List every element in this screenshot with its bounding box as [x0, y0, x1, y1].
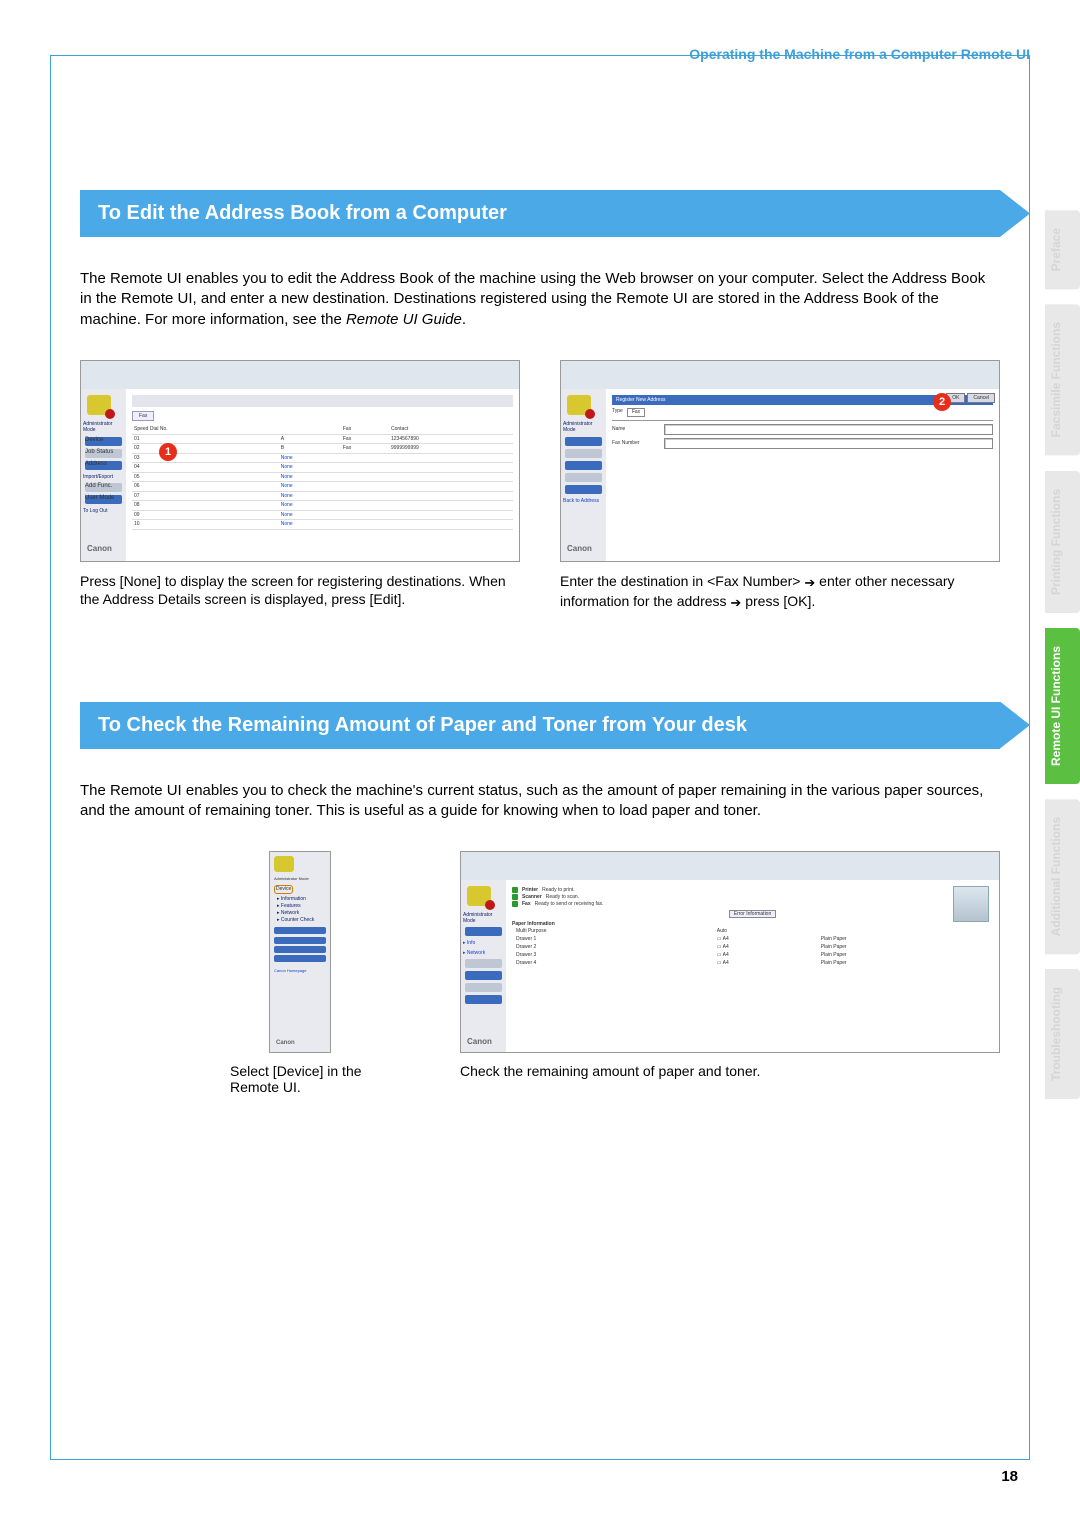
callout-2-icon: 2 [933, 393, 951, 411]
menu-address[interactable] [274, 937, 326, 944]
admin-mode-label: Administrator Mode [563, 421, 604, 434]
menu-usermode[interactable] [274, 955, 326, 962]
brand-canon: Canon [567, 544, 592, 554]
tab-additional[interactable]: Additional Functions [1045, 799, 1080, 954]
section2-body: The Remote UI enables you to check the m… [80, 781, 1000, 822]
section1-body-b: . [462, 311, 466, 328]
brand-canon: Canon [87, 544, 112, 554]
device-button-highlighted[interactable]: Device [274, 885, 293, 894]
menu-addfunc[interactable] [274, 946, 326, 953]
sidebar-device[interactable] [565, 437, 602, 446]
page-number: 18 [1001, 1468, 1018, 1485]
tab-troubleshooting[interactable]: Troubleshooting [1045, 969, 1080, 1099]
sidebar-usermode[interactable] [565, 485, 602, 494]
sidebar-usermode[interactable]: User Mode [85, 495, 122, 504]
admin-mode-label: Administrator Mode [83, 421, 124, 434]
menu-counter[interactable]: ▸ Counter Check [277, 917, 314, 923]
fax-number-input[interactable] [664, 438, 993, 449]
section1-body: The Remote UI enables you to edit the Ad… [80, 269, 1000, 330]
sidebar-link-logout[interactable]: To Log Out [83, 508, 124, 515]
screenshot-address-book: Administrator Mode Device Job Status Add… [80, 360, 520, 562]
arrow-icon: ➔ [804, 575, 815, 592]
sidebar-address[interactable]: Address [85, 461, 122, 470]
paper-info-title: Paper Information [512, 921, 555, 927]
section2-right-caption: Check the remaining amount of paper and … [460, 1063, 1000, 1079]
sidebar-jobstatus[interactable] [565, 449, 602, 458]
remote-ui-logo-icon [87, 395, 111, 415]
sidebar-addfunc[interactable]: Add Func. [85, 483, 122, 492]
screenshot-device-status: Administrator Mode ▸ Info ▸ Network Prin… [460, 851, 1000, 1053]
admin-mode-label: Administrator Mode [274, 876, 326, 882]
tab-remote-ui[interactable]: Remote UI Functions [1045, 628, 1080, 784]
section2-title: To Check the Remaining Amount of Paper a… [80, 702, 1000, 749]
paper-table: Multi PurposeAuto Drawer 1▭ A4Plain Pape… [512, 927, 993, 967]
sidebar-device[interactable]: Device [85, 437, 122, 446]
arrow-icon: ➔ [730, 595, 741, 612]
sidebar-device[interactable] [465, 927, 502, 936]
brand-canon: Canon [467, 1037, 492, 1046]
callout-1-icon: 1 [159, 443, 177, 461]
section1-right-caption: Enter the destination in <Fax Number> ➔ … [560, 572, 1000, 612]
remote-ui-logo-icon [467, 886, 491, 906]
section1-body-a: The Remote UI enables you to edit the Ad… [80, 270, 985, 328]
remote-ui-logo-icon [567, 395, 591, 415]
sidebar-link-import[interactable]: Import/Export [83, 474, 124, 481]
sidebar-address[interactable] [565, 461, 602, 470]
menu-network[interactable]: ▸ Network [277, 910, 299, 916]
copier-icon [953, 886, 989, 922]
error-info-button[interactable]: Error Information [729, 910, 777, 918]
screenshot-register-address: Administrator Mode Back to Address Regis… [560, 360, 1000, 562]
sidebar-address[interactable] [465, 971, 502, 980]
brand-canon: Canon [276, 1040, 295, 1046]
tab-facsimile[interactable]: Facsimile Functions [1045, 304, 1080, 455]
sidebar-jobstatus[interactable] [465, 959, 502, 968]
side-tab-bar: Preface Facsimile Functions Printing Fun… [1045, 210, 1080, 1099]
name-input[interactable] [664, 424, 993, 435]
screenshot-device-menu: Administrator Mode Device ▸ Information … [269, 851, 331, 1053]
sidebar-jobstatus[interactable]: Job Status [85, 449, 122, 458]
sidebar-addfunc[interactable] [565, 473, 602, 482]
sidebar-usermode[interactable] [465, 995, 502, 1004]
remote-ui-logo-icon [274, 856, 294, 872]
menu-jobstatus[interactable] [274, 927, 326, 934]
section2-left-caption: Select [Device] in the Remote UI. [230, 1063, 390, 1095]
admin-mode-label: Administrator Mode [463, 912, 504, 924]
back-link[interactable]: Back to Address [563, 498, 604, 505]
address-table: Speed Dial No.FaxContact 01AFax123456789… [132, 425, 513, 530]
tab-printing[interactable]: Printing Functions [1045, 471, 1080, 613]
sidebar-addfunc[interactable] [465, 983, 502, 992]
tab-preface[interactable]: Preface [1045, 210, 1080, 289]
menu-information[interactable]: ▸ Information [277, 896, 306, 902]
section1-left-caption: Press [None] to display the screen for r… [80, 572, 520, 608]
section1-title: To Edit the Address Book from a Computer [80, 190, 1000, 237]
canon-homepage-link[interactable]: Canon Homepage [274, 968, 326, 974]
menu-features[interactable]: ▸ Features [277, 903, 301, 909]
section1-body-em: Remote UI Guide [346, 311, 462, 328]
ab-tab[interactable]: Fax [132, 411, 154, 422]
cancel-button[interactable]: Cancel [967, 393, 995, 404]
